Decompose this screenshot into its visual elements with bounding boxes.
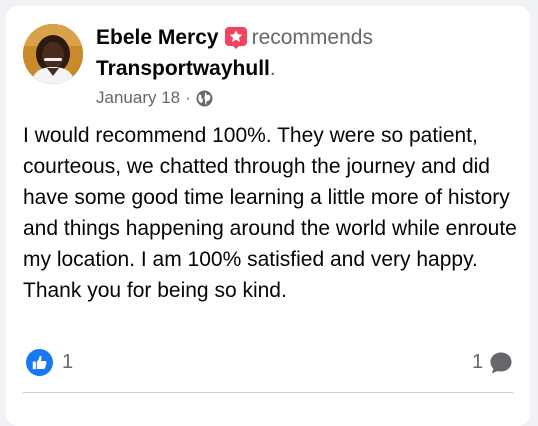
avatar-image bbox=[23, 24, 83, 84]
page-name-period: . bbox=[269, 57, 276, 80]
comment-count[interactable]: 1 bbox=[472, 351, 483, 374]
like-icon[interactable] bbox=[26, 349, 53, 376]
like-count[interactable]: 1 bbox=[62, 351, 73, 374]
divider bbox=[23, 392, 513, 393]
globe-icon[interactable] bbox=[196, 90, 213, 107]
post-meta: January 18 · bbox=[96, 87, 213, 109]
recommendation-post-card: Ebele Mercy recommends Transportwayhull … bbox=[6, 6, 530, 426]
star-badge-icon bbox=[224, 27, 247, 49]
meta-separator: · bbox=[185, 88, 191, 107]
recommends-label: recommends bbox=[251, 26, 373, 49]
post-header-line: Ebele Mercy recommends bbox=[96, 25, 373, 51]
post-body: I would recommend 100%. They were so pat… bbox=[23, 124, 517, 302]
recommended-page-link[interactable]: Transportwayhull bbox=[96, 57, 270, 81]
post-date[interactable]: January 18 bbox=[96, 88, 180, 108]
recommended-page-line: Transportwayhull . bbox=[96, 56, 276, 82]
comment-bubble-icon[interactable] bbox=[489, 351, 513, 375]
avatar[interactable] bbox=[23, 24, 83, 84]
author-name[interactable]: Ebele Mercy bbox=[96, 26, 219, 50]
